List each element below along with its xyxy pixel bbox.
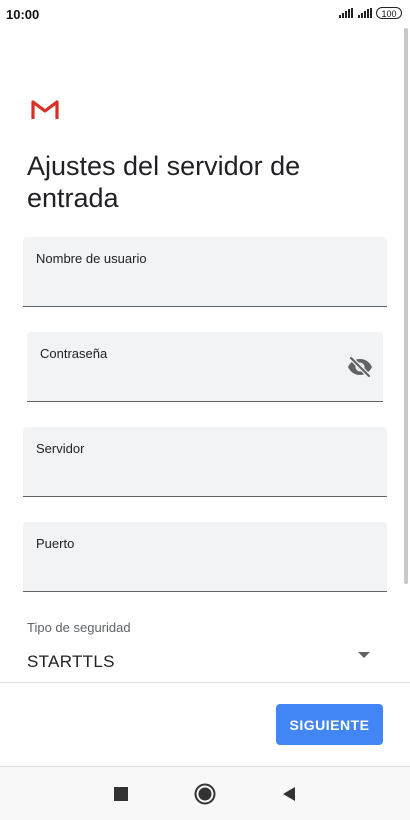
username-label: Nombre de usuario <box>36 251 147 266</box>
page-title: Ajustes del servidor de entrada <box>27 151 301 213</box>
screen: 10:00 100 Ajustes del servidor de entrad… <box>0 0 410 820</box>
password-field[interactable]: Contraseña <box>27 332 383 402</box>
password-label: Contraseña <box>40 346 108 361</box>
security-type-label: Tipo de seguridad <box>27 620 131 635</box>
server-input[interactable] <box>36 463 347 489</box>
username-input[interactable] <box>36 273 347 299</box>
battery-icon: 100 <box>376 7 402 19</box>
status-bar: 10:00 100 <box>0 0 410 30</box>
port-input[interactable] <box>36 558 347 584</box>
signal-icon <box>339 8 353 18</box>
next-button[interactable]: SIGUIENTE <box>276 704 383 745</box>
dropdown-arrow-icon[interactable] <box>357 651 371 659</box>
password-input[interactable] <box>40 368 343 394</box>
signal-icon-2 <box>358 8 372 18</box>
port-label: Puerto <box>36 536 75 551</box>
back-icon[interactable] <box>282 786 296 802</box>
visibility-off-icon[interactable] <box>347 356 373 378</box>
navigation-bar <box>0 766 410 820</box>
home-icon[interactable] <box>194 783 216 805</box>
status-time: 10:00 <box>6 7 40 22</box>
username-field[interactable]: Nombre de usuario <box>23 237 387 307</box>
divider <box>0 682 410 683</box>
gmail-logo <box>31 100 59 119</box>
server-label: Servidor <box>36 441 85 456</box>
recents-icon[interactable] <box>114 787 128 801</box>
scrollbar[interactable] <box>404 28 408 584</box>
server-field[interactable]: Servidor <box>23 427 387 497</box>
security-type-value: STARTTLS <box>27 652 115 671</box>
port-field[interactable]: Puerto <box>23 522 387 592</box>
